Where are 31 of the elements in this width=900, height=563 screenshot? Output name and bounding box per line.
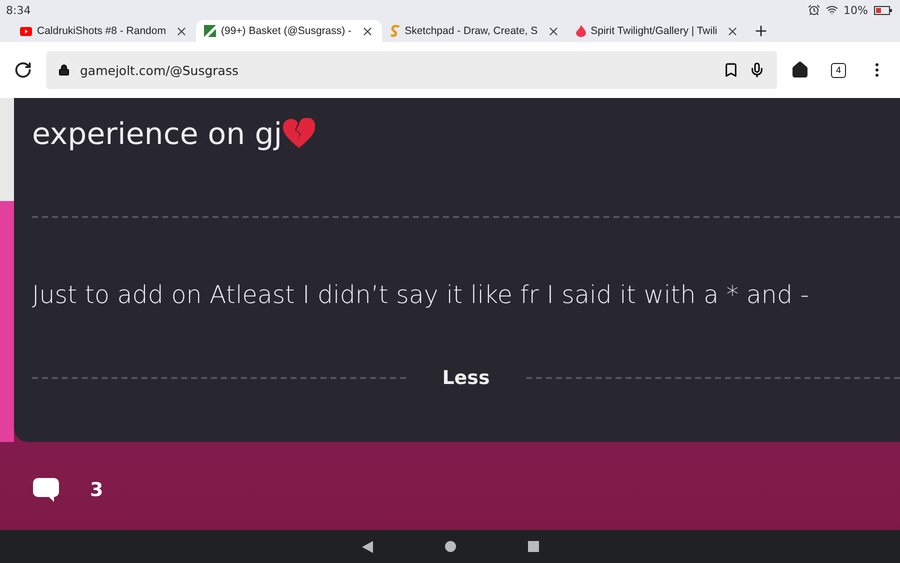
browser-tab[interactable]: Sketchpad - Draw, Create, S: [382, 20, 568, 42]
home-icon[interactable]: [791, 61, 809, 79]
post-text: Just to add on Atleast I didn’t say it like fr I said it with a * and -: [32, 280, 810, 309]
battery-level: 10%: [844, 4, 868, 16]
less-button[interactable]: Less: [430, 367, 502, 389]
comment-count: 3: [90, 479, 104, 501]
close-icon[interactable]: [360, 24, 374, 38]
mic-icon[interactable]: [749, 62, 765, 78]
close-icon[interactable]: [726, 24, 740, 38]
broken-heart-icon: [282, 118, 316, 150]
close-icon[interactable]: [174, 24, 188, 38]
address-bar[interactable]: gamejolt.com/@Susgrass: [46, 51, 777, 89]
comment-icon[interactable]: [32, 477, 60, 503]
browser-tab[interactable]: Spirit Twilight/Gallery | Twili: [568, 20, 748, 42]
close-icon[interactable]: [546, 24, 560, 38]
clock-time: 8:34: [6, 4, 31, 16]
sketch-icon: [390, 25, 400, 37]
tab-count-button[interactable]: 4: [831, 62, 846, 78]
game-icon: [204, 25, 216, 37]
lock-icon: [58, 64, 70, 76]
bookmark-icon[interactable]: [723, 62, 739, 78]
browser-tab[interactable]: CaldrukiShots #8 - Random: [12, 20, 196, 42]
reload-icon[interactable]: [14, 61, 32, 79]
post-text: experience on gj: [32, 116, 282, 152]
recents-icon[interactable]: [528, 541, 538, 552]
browser-tab[interactable]: (99+) Basket (@Susgrass) -: [196, 20, 382, 42]
back-icon[interactable]: [362, 540, 372, 552]
video-icon: [20, 26, 32, 36]
alarm-icon: [808, 4, 820, 16]
home-icon[interactable]: [444, 541, 456, 552]
battery-icon: [874, 6, 892, 14]
